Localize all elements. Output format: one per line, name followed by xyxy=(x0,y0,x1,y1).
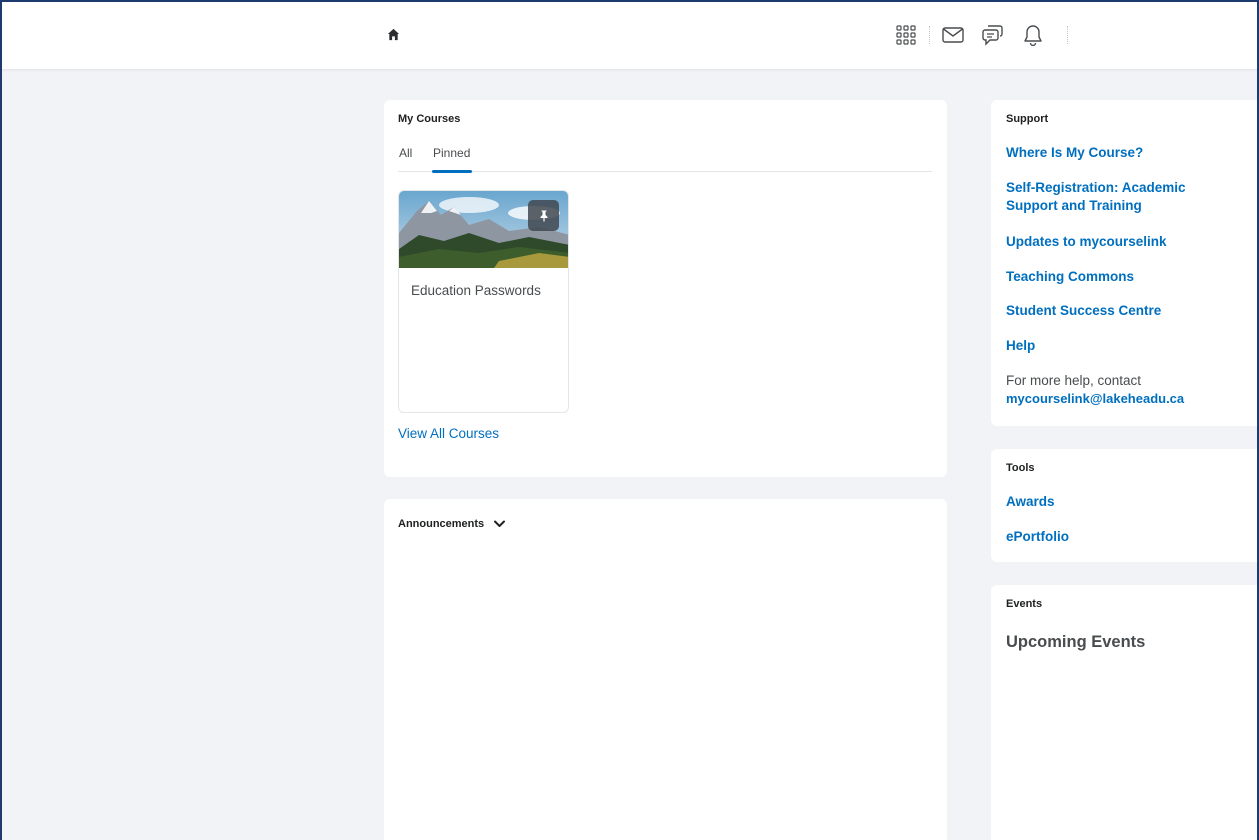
help-email-link[interactable]: mycourselink@lakeheadu.ca xyxy=(1006,390,1184,408)
chat-icon xyxy=(982,25,1003,46)
bell-icon xyxy=(1024,25,1042,46)
link-where-is-my-course[interactable]: Where Is My Course? xyxy=(1006,144,1236,162)
course-selector-button[interactable] xyxy=(892,21,920,49)
course-tile[interactable]: Education Passwords xyxy=(398,190,569,413)
nav-icon-group xyxy=(892,20,1077,50)
upcoming-events-heading: Upcoming Events xyxy=(1006,633,1146,651)
unpin-button[interactable] xyxy=(528,200,559,231)
tools-title: Tools xyxy=(1006,462,1035,474)
subscription-alerts-button[interactable] xyxy=(979,21,1007,49)
course-name: Education Passwords xyxy=(411,283,541,298)
link-eportfolio[interactable]: ePortfolio xyxy=(1006,528,1236,546)
help-contact-text: For more help, contact mycourselink@lake… xyxy=(1006,372,1184,408)
grid-icon xyxy=(896,25,916,45)
home-icon xyxy=(387,28,399,40)
announcements-toggle[interactable]: Announcements xyxy=(398,518,506,530)
events-title: Events xyxy=(1006,598,1043,610)
link-updates-mycourselink[interactable]: Updates to mycourselink xyxy=(1006,233,1236,251)
nav-separator xyxy=(1067,26,1068,44)
link-help[interactable]: Help xyxy=(1006,337,1236,355)
announcements-widget: Announcements xyxy=(384,499,947,840)
course-tabs: All Pinned xyxy=(398,146,932,173)
link-awards[interactable]: Awards xyxy=(1006,493,1236,511)
support-title: Support xyxy=(1006,113,1049,125)
support-widget: Support Where Is My Course? Self-Registr… xyxy=(991,100,1259,426)
link-teaching-commons[interactable]: Teaching Commons xyxy=(1006,268,1236,286)
announcements-title: Announcements xyxy=(398,518,485,530)
view-all-courses-link[interactable]: View All Courses xyxy=(398,426,499,441)
events-widget: Events Upcoming Events xyxy=(991,585,1259,840)
tab-all[interactable]: All xyxy=(399,146,412,172)
message-alerts-button[interactable] xyxy=(939,21,967,49)
my-courses-title: My Courses xyxy=(398,113,461,125)
pin-icon xyxy=(540,210,547,221)
mail-icon xyxy=(942,27,964,43)
home-button[interactable] xyxy=(383,24,403,44)
chevron-down-icon xyxy=(494,520,506,527)
nav-separator xyxy=(929,26,930,44)
my-courses-widget: My Courses All Pinned Education Password… xyxy=(384,100,947,477)
top-navbar xyxy=(0,0,1259,69)
tab-pinned[interactable]: Pinned xyxy=(431,146,473,173)
link-student-success-centre[interactable]: Student Success Centre xyxy=(1006,302,1236,320)
help-contact-label: For more help, contact xyxy=(1006,373,1142,388)
tools-widget: Tools Awards ePortfolio xyxy=(991,449,1259,562)
link-self-registration[interactable]: Self-Registration: Academic Support and … xyxy=(1006,179,1236,215)
update-alerts-button[interactable] xyxy=(1019,21,1047,49)
